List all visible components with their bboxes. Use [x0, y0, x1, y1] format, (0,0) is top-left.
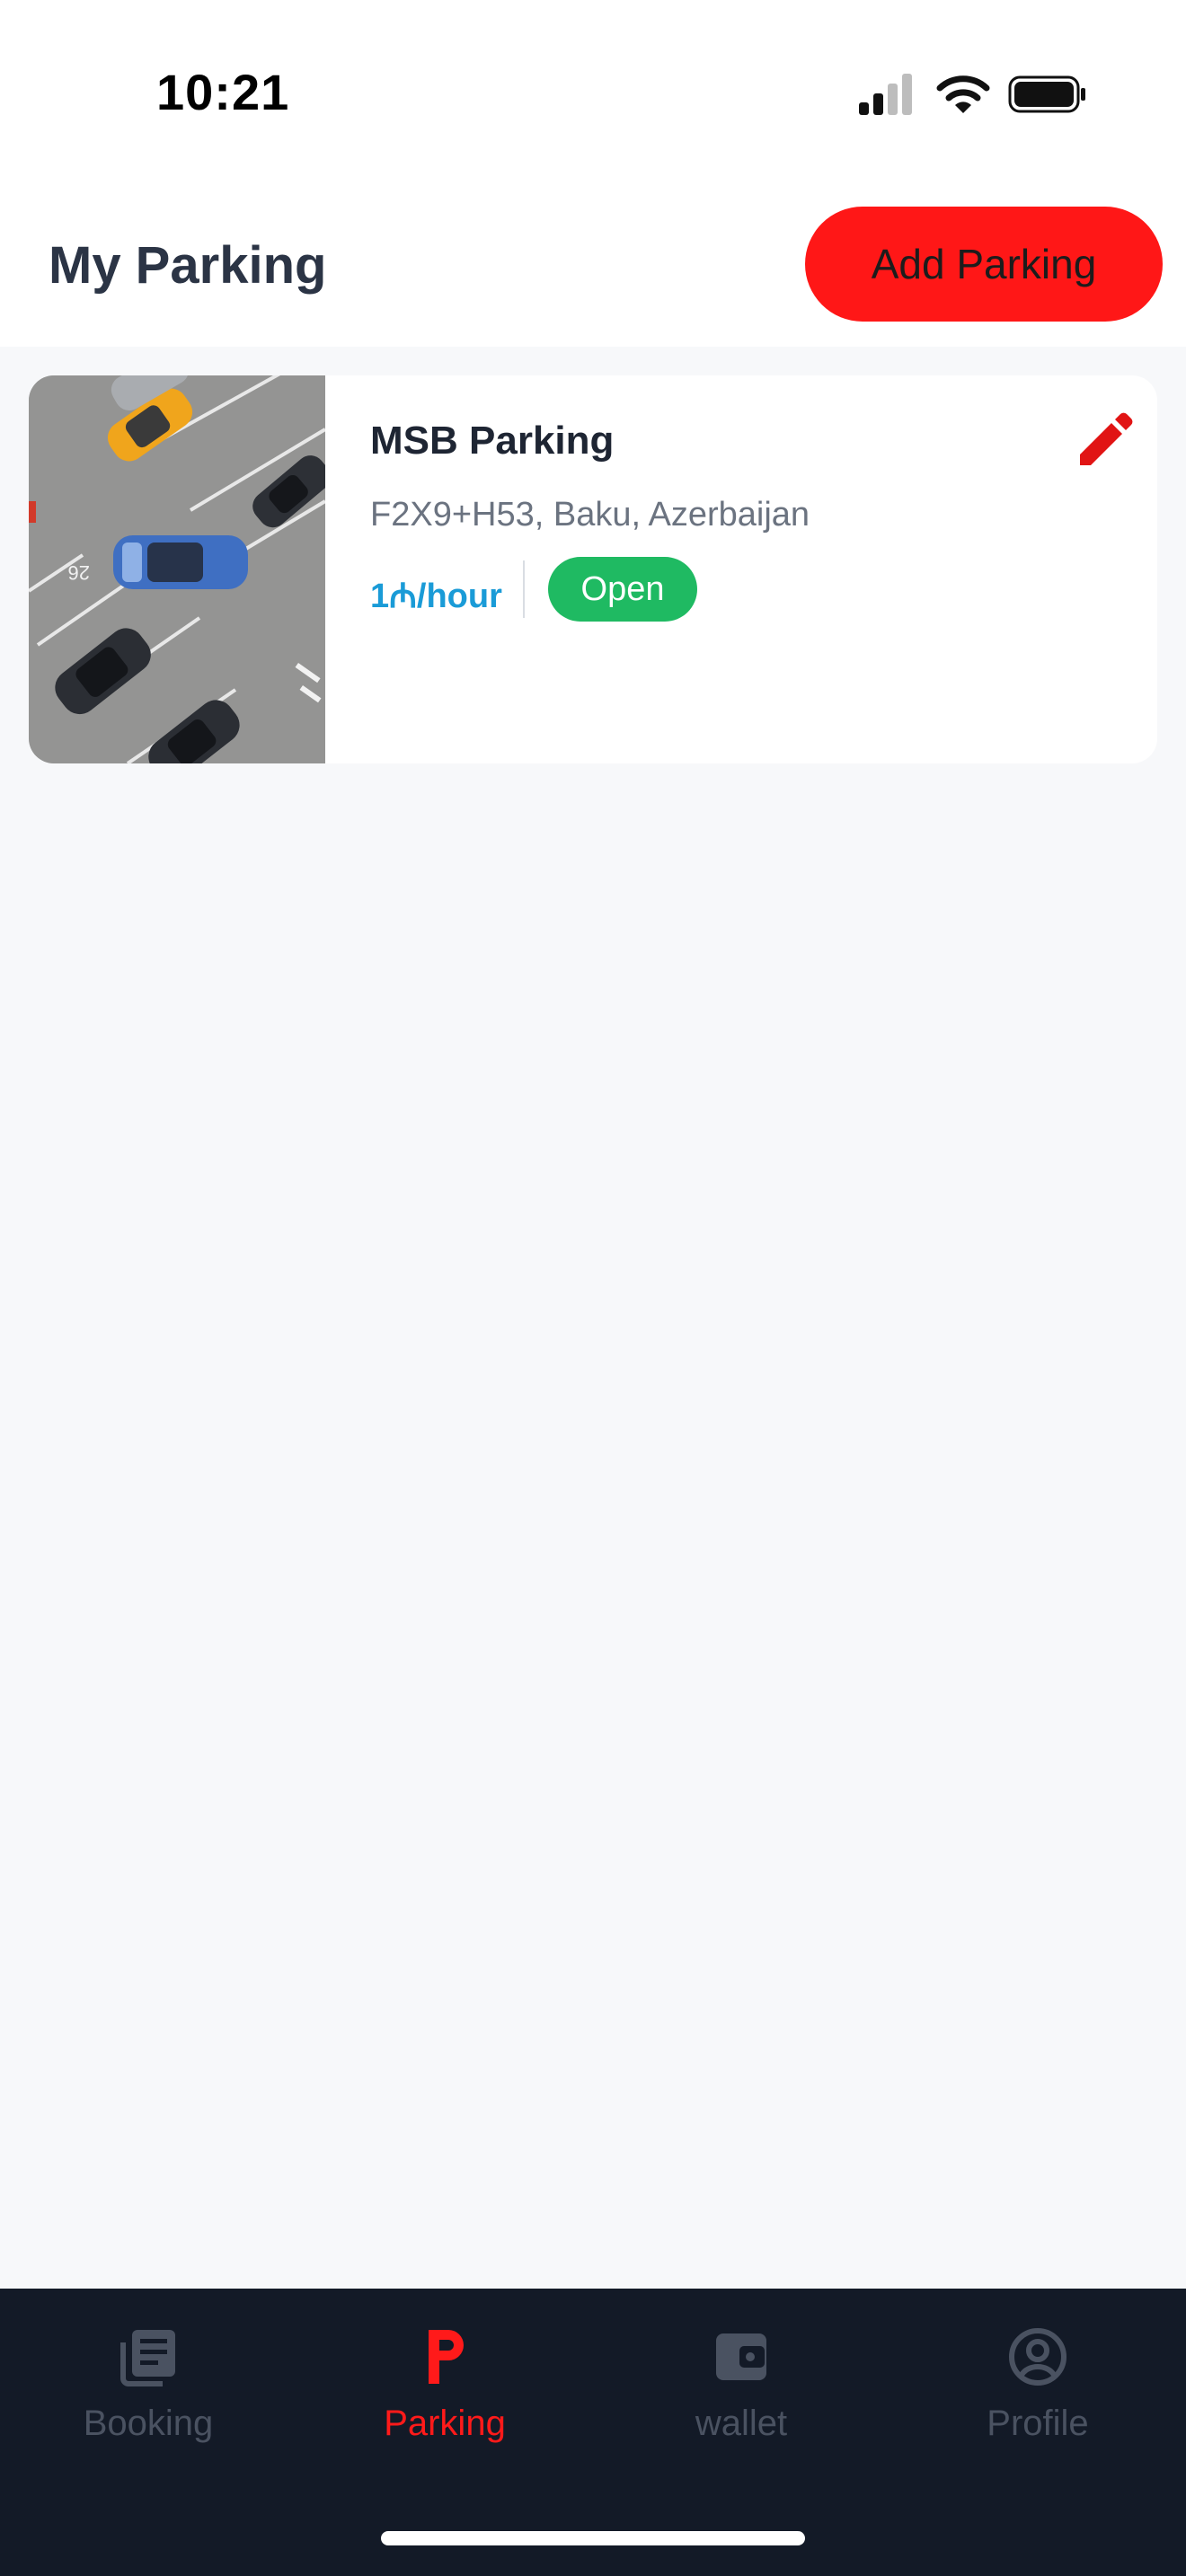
nav-label-profile: Profile — [987, 2404, 1089, 2443]
parking-address: F2X9+H53, Baku, Azerbaijan — [370, 496, 810, 534]
divider — [523, 560, 525, 618]
booking-icon — [120, 2330, 175, 2386]
edit-icon[interactable] — [1073, 408, 1136, 471]
nav-label-wallet: wallet — [695, 2404, 788, 2443]
nav-label-booking: Booking — [83, 2404, 214, 2443]
status-badge: Open — [548, 557, 697, 622]
signal-icon — [859, 74, 912, 115]
nav-item-booking[interactable]: Booking — [0, 2325, 296, 2504]
parking-card[interactable]: 26 MSB Parking F2X9+H53, Baku, Azerbaija… — [29, 375, 1157, 763]
nav-item-wallet[interactable]: wallet — [593, 2325, 890, 2504]
nav-label-parking: Parking — [384, 2404, 506, 2443]
profile-icon — [1009, 2328, 1067, 2386]
status-bar: 10:21 — [0, 0, 1186, 180]
page-title: My Parking — [49, 236, 327, 295]
nav-item-parking[interactable]: Parking — [296, 2325, 593, 2504]
battery-icon — [1008, 75, 1085, 113]
header: My Parking Add Parking — [0, 180, 1186, 347]
parking-name: MSB Parking — [370, 419, 615, 463]
status-time: 10:21 — [156, 64, 290, 120]
add-parking-button[interactable]: Add Parking — [805, 207, 1163, 322]
parking-icon — [429, 2330, 464, 2384]
parking-lot-photo: 26 — [29, 375, 325, 763]
svg-text:26: 26 — [68, 561, 90, 584]
parking-price: 1₼/hour — [370, 578, 502, 615]
wallet-icon — [716, 2333, 766, 2380]
wifi-icon — [936, 75, 990, 113]
nav-item-profile[interactable]: Profile — [890, 2325, 1186, 2504]
home-indicator — [381, 2531, 805, 2545]
